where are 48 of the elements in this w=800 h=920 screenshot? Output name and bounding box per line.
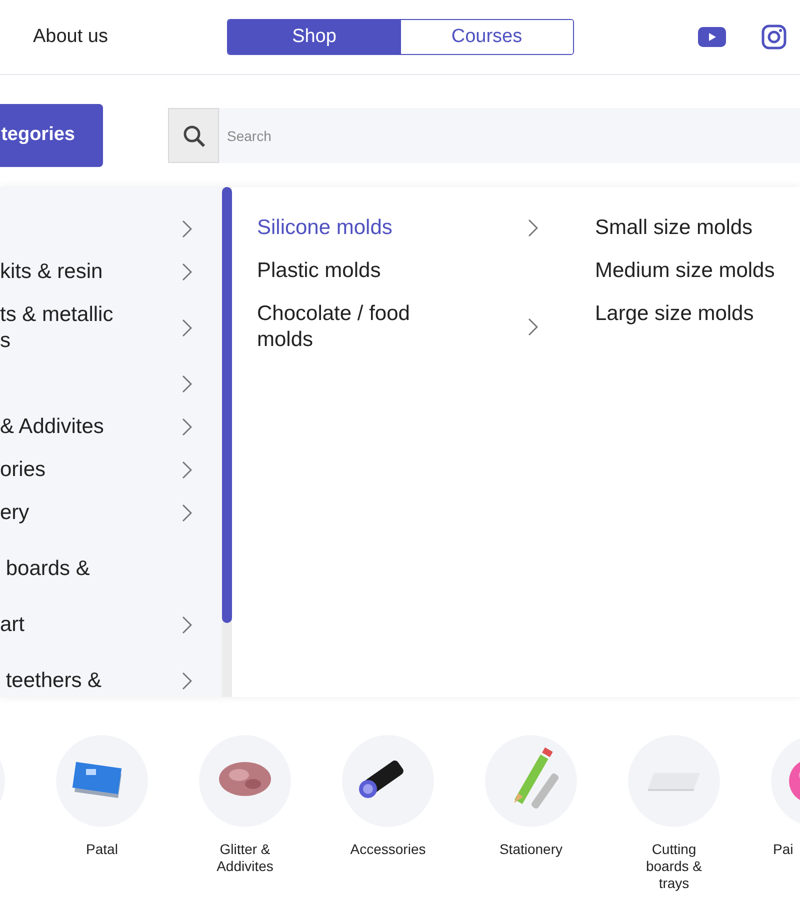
camera-icon[interactable]: [761, 24, 787, 50]
chevron-right-icon: [528, 318, 538, 336]
category-label: teethers &: [4, 668, 102, 694]
category-item[interactable]: art: [0, 603, 222, 646]
subcategory-item[interactable]: Plastic molds: [257, 258, 542, 284]
category-label: boards &: [4, 556, 90, 582]
category-caption[interactable]: Glitter & Addivites: [203, 841, 287, 875]
search-field[interactable]: Search: [219, 108, 800, 163]
category-caption[interactable]: Accessories: [346, 841, 430, 858]
category-item[interactable]: ories: [0, 448, 222, 491]
category-label: ts & metallic: [0, 302, 114, 328]
category-item[interactable]: teethers &: [0, 646, 222, 697]
category-item[interactable]: ery: [0, 491, 222, 534]
category-item[interactable]: ts & metallic s: [0, 293, 222, 362]
category-caption[interactable]: Stationery: [489, 841, 573, 858]
chevron-right-icon: [528, 219, 538, 237]
size-link[interactable]: Medium size molds: [595, 258, 775, 284]
category-label: s: [0, 328, 12, 354]
category-label: kits & resin: [0, 258, 103, 284]
category-label: ories: [0, 456, 46, 482]
about-us-link[interactable]: About us: [33, 22, 108, 52]
chevron-right-icon: [182, 504, 192, 522]
chevron-right-icon: [182, 460, 192, 478]
chevron-right-icon: [182, 318, 192, 336]
subcategory-item[interactable]: Silicone molds: [257, 215, 542, 241]
chevron-right-icon: [182, 374, 192, 392]
chevron-right-icon: [182, 672, 192, 690]
size-link[interactable]: Large size molds: [595, 301, 775, 327]
chevron-right-icon: [182, 616, 192, 634]
subcategory-item[interactable]: Chocolate / food molds: [257, 301, 542, 353]
chevron-right-icon: [182, 262, 192, 280]
chevron-right-icon: [182, 220, 192, 238]
size-link[interactable]: Small size molds: [595, 215, 775, 241]
search-icon: [182, 124, 206, 148]
category-caption[interactable]: Pai: [773, 841, 794, 858]
chevron-right-icon: [182, 418, 192, 436]
video-play-icon[interactable]: [698, 27, 726, 47]
nav-tab[interactable]: Shop: [228, 20, 400, 54]
category-caption[interactable]: Cutting boards & trays: [632, 841, 716, 892]
category-label: & Addivites: [0, 414, 104, 440]
category-caption[interactable]: Patal: [60, 841, 144, 858]
category-item[interactable]: & Addivites: [0, 405, 222, 448]
category-label: art: [0, 612, 25, 638]
scrollbar-thumb[interactable]: [222, 187, 232, 623]
category-label: ery: [0, 500, 30, 526]
category-item[interactable]: boards &: [0, 534, 222, 603]
categories-button[interactable]: tegories: [0, 104, 103, 167]
category-item[interactable]: kits & resin: [0, 250, 222, 293]
